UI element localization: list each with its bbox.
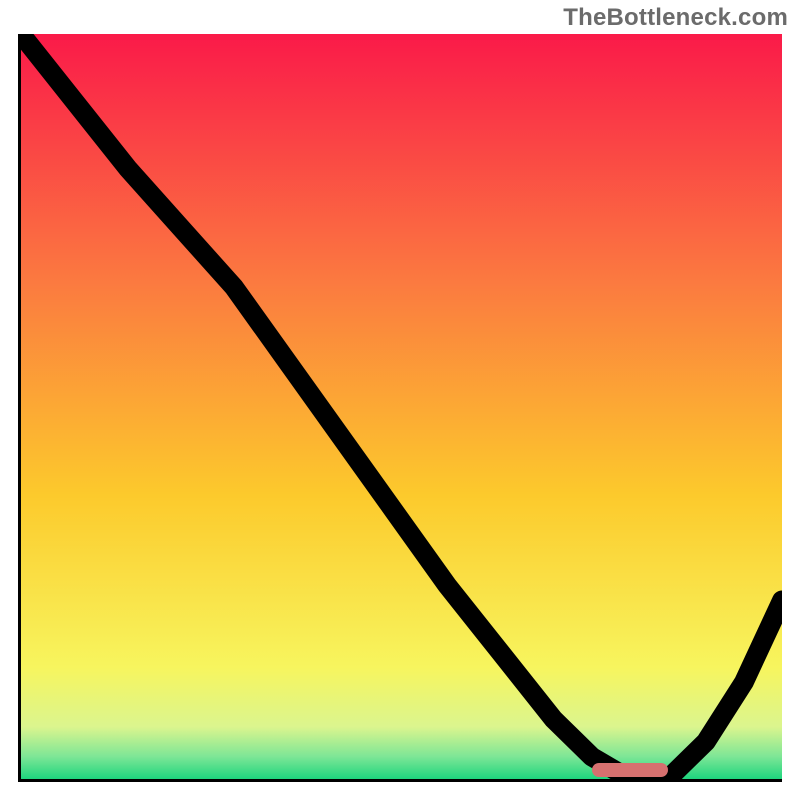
gradient-background	[21, 34, 782, 779]
watermark-text: TheBottleneck.com	[563, 4, 788, 32]
chart-frame: TheBottleneck.com	[0, 0, 800, 800]
optimal-range-marker	[592, 763, 668, 777]
plot-area	[18, 34, 782, 782]
bottleneck-chart	[21, 34, 782, 779]
